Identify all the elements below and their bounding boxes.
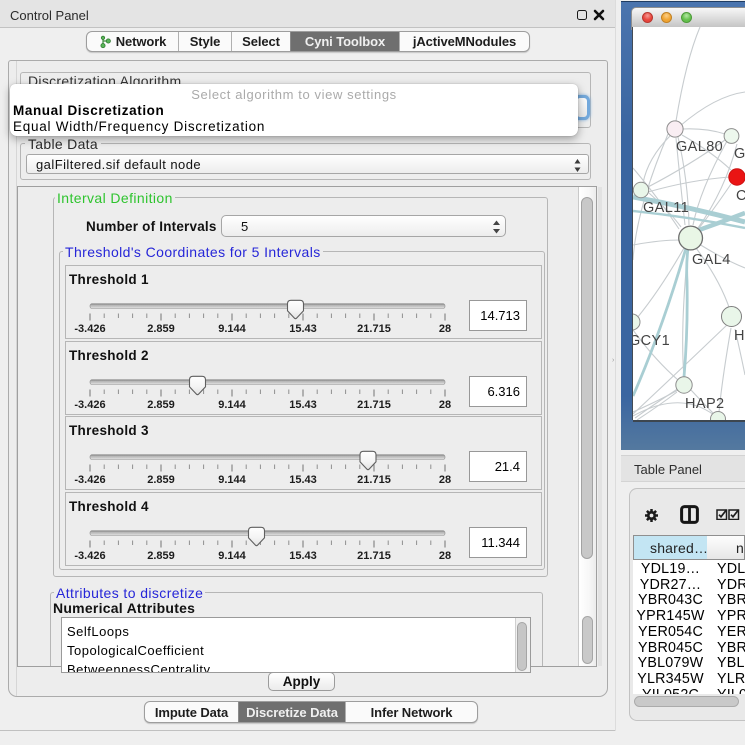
svg-text:2.859: 2.859 (147, 474, 175, 486)
svg-text:2.859: 2.859 (147, 550, 175, 562)
svg-text:9.144: 9.144 (218, 323, 246, 335)
svg-text:21.715: 21.715 (357, 399, 391, 411)
svg-text:-3.426: -3.426 (74, 550, 105, 562)
svg-text:21.715: 21.715 (357, 550, 391, 562)
svg-text:-3.426: -3.426 (74, 474, 105, 486)
svg-text:15.43: 15.43 (289, 550, 317, 562)
svg-text:9.144: 9.144 (218, 550, 246, 562)
svg-text:GA: GA (734, 146, 745, 162)
svg-text:15.43: 15.43 (289, 399, 317, 411)
svg-text:-3.426: -3.426 (74, 323, 105, 335)
svg-text:15.43: 15.43 (289, 323, 317, 335)
svg-text:GAL4: GAL4 (692, 252, 731, 268)
svg-text:HAP2: HAP2 (685, 396, 724, 412)
svg-text:GAL80: GAL80 (676, 139, 723, 155)
svg-text:2.859: 2.859 (147, 399, 175, 411)
svg-text:9.144: 9.144 (218, 474, 246, 486)
svg-text:28: 28 (439, 474, 451, 486)
svg-text:21.715: 21.715 (357, 323, 391, 335)
svg-text:2.859: 2.859 (147, 323, 175, 335)
svg-text:GAL11: GAL11 (643, 200, 689, 216)
svg-text:9.144: 9.144 (218, 399, 246, 411)
svg-text:28: 28 (439, 399, 451, 411)
svg-text:21.715: 21.715 (357, 474, 391, 486)
svg-text:15.43: 15.43 (289, 474, 317, 486)
svg-text:C: C (736, 188, 745, 204)
svg-text:GCY1: GCY1 (633, 333, 670, 349)
svg-text:-3.426: -3.426 (74, 399, 105, 411)
svg-text:H: H (734, 328, 745, 344)
svg-text:28: 28 (439, 550, 451, 562)
svg-text:28: 28 (439, 323, 451, 335)
